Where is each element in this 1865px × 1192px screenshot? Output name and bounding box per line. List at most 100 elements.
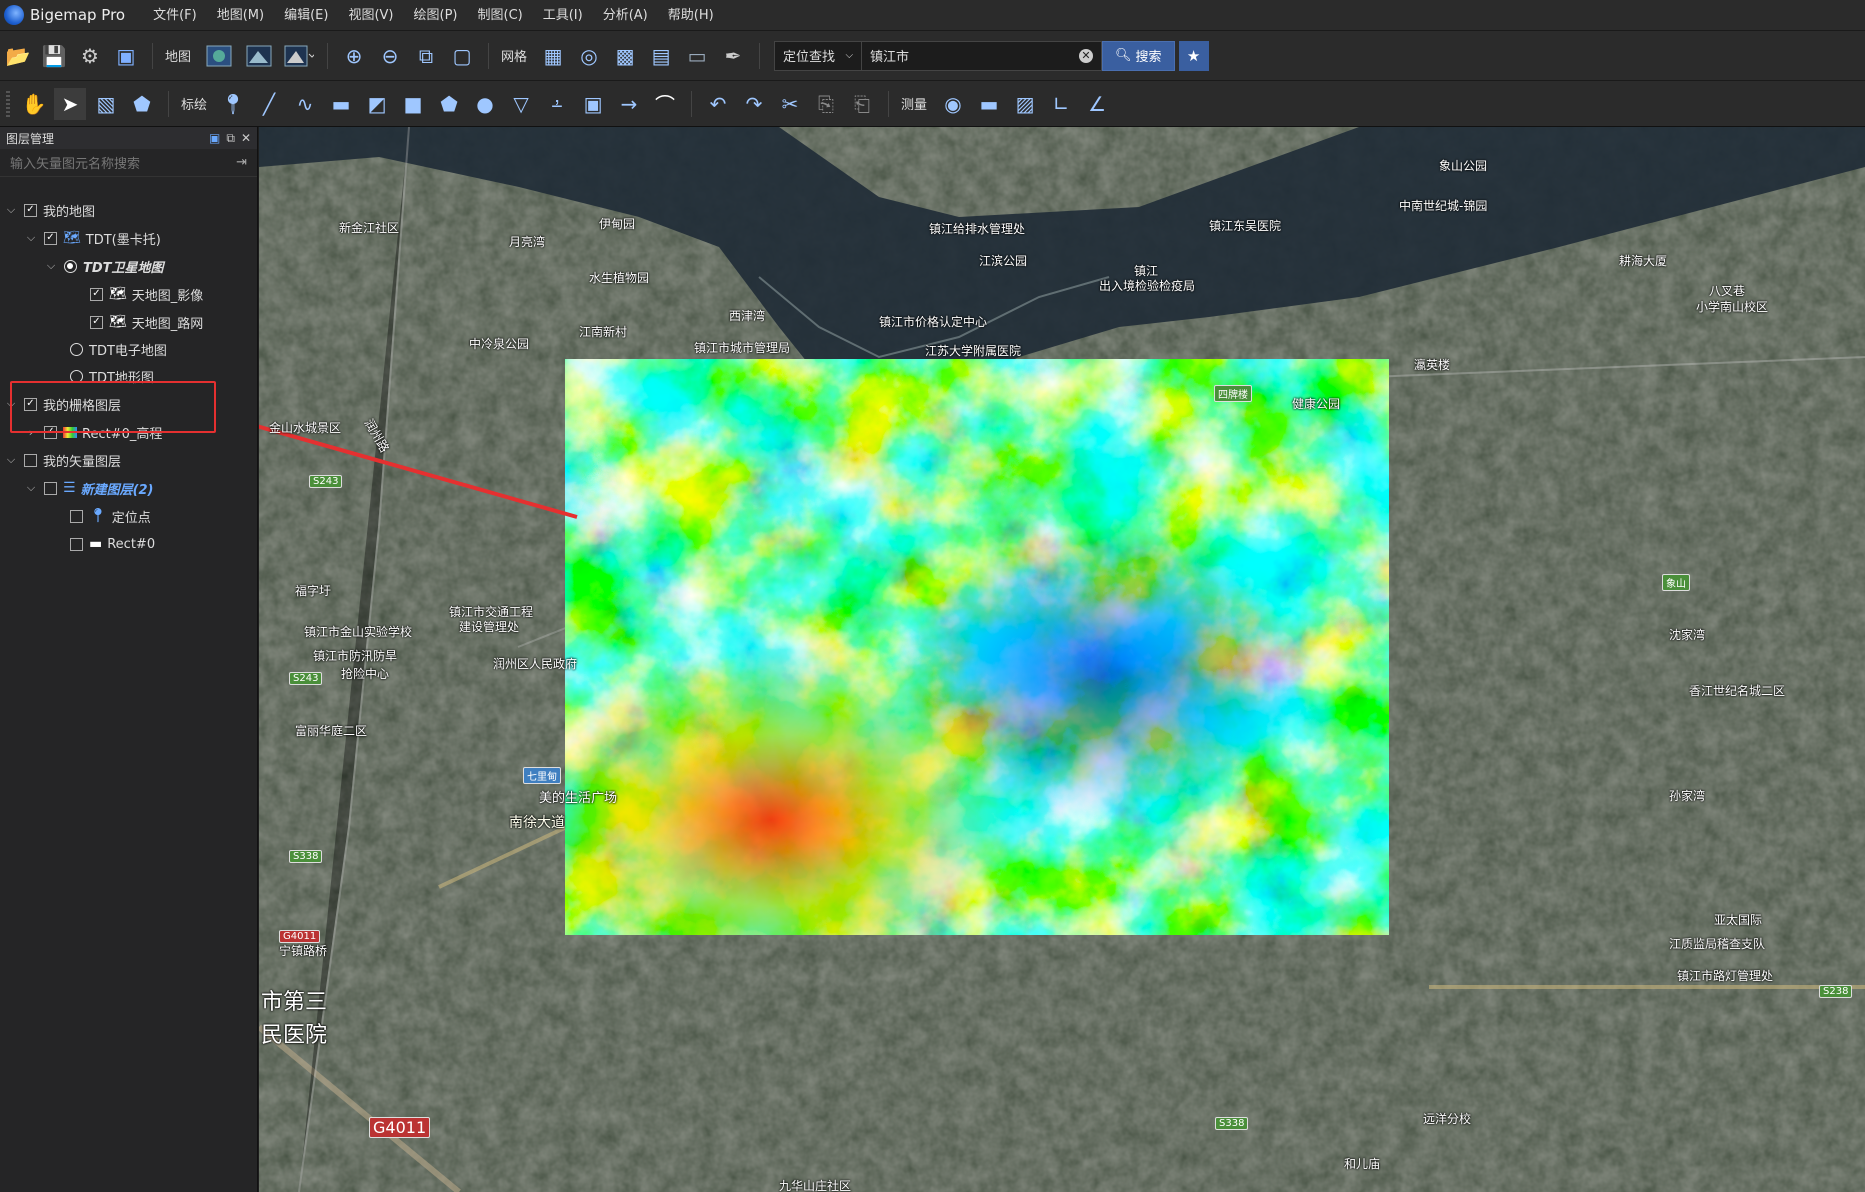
toolbar-grip[interactable] [6, 90, 10, 117]
layer-checkbox[interactable]: ✓ [90, 315, 103, 329]
search-button[interactable]: 🔍︎ 搜索 [1102, 40, 1175, 71]
sector-icon[interactable]: ▽ [505, 88, 537, 120]
menu-edit[interactable]: 编辑(E) [274, 0, 338, 31]
folder-grid-icon[interactable]: ▭ [681, 40, 713, 72]
save-icon[interactable]: 💾 [38, 40, 70, 72]
clear-grid-icon[interactable]: ✒ [717, 40, 749, 72]
layer-checkbox[interactable] [24, 453, 37, 467]
pentagon-icon[interactable]: ⬟ [433, 88, 465, 120]
freehand-line-icon[interactable]: ∿ [289, 88, 321, 120]
panel-close-icon[interactable]: ✕ [241, 131, 251, 146]
undo-icon[interactable]: ↶ [702, 88, 734, 120]
sheet-grid-icon[interactable]: ▤ [645, 40, 677, 72]
map-label: 镇江市防汛防旱 [313, 649, 398, 663]
tree-item-placemark[interactable]: 📍︎ 定位点 [64, 503, 151, 529]
tree-item-tdt-electronic[interactable]: TDT电子地图 [64, 336, 167, 362]
placemark-icon[interactable]: 📍︎ [217, 88, 249, 120]
rectangle-icon[interactable]: ▬ [325, 88, 357, 120]
layer-checkbox[interactable]: ✓ [90, 287, 103, 301]
polygon-select-icon[interactable]: ⬟ [126, 88, 158, 120]
zoom-in-icon[interactable]: ⊕ [338, 40, 370, 72]
curve-icon[interactable]: ⌒ [649, 88, 681, 120]
line-icon[interactable]: ╱ [253, 88, 285, 120]
open-folder-icon[interactable]: 📂 [2, 40, 34, 72]
measure-point-icon[interactable]: ◉ [937, 88, 969, 120]
zoom-extent-icon[interactable]: ⧉ [410, 40, 442, 72]
tree-item-rect0[interactable]: ▬ Rect#0 [64, 531, 155, 557]
measure-angle-icon[interactable]: ∠ [1081, 88, 1113, 120]
eraser-icon[interactable]: ◩ [361, 88, 393, 120]
menu-map[interactable]: 地图(M) [207, 0, 274, 31]
placemark-pin-icon: 📍︎ [89, 508, 107, 524]
menu-draw[interactable]: 绘图(P) [404, 0, 468, 31]
locate-type-select[interactable]: 定位查找 ⌵ [774, 40, 863, 71]
utm-grid-icon[interactable]: ◎ [573, 40, 605, 72]
map-source-hybrid-icon[interactable] [241, 40, 277, 72]
layer-checkbox[interactable] [70, 509, 83, 523]
paste-icon[interactable]: ⎗ [846, 88, 878, 120]
tree-item-tdt-satellite[interactable]: ⌵ TDT卫星地图 [44, 253, 164, 279]
km-grid-icon[interactable]: ▩ [609, 40, 641, 72]
measure-distance-icon[interactable]: ▬ [973, 88, 1005, 120]
tree-item-tdt-roads[interactable]: ✓ 🗺︎ 天地图_路网 [84, 309, 203, 335]
arrow-right-icon[interactable]: → [613, 88, 645, 120]
map-label: 润州区人民政府 [493, 657, 578, 671]
copy-icon[interactable]: ⎘ [810, 88, 842, 120]
menu-view[interactable]: 视图(V) [338, 0, 403, 31]
road-shield: 七里甸 [523, 767, 561, 784]
menu-cartography[interactable]: 制图(C) [468, 0, 533, 31]
measure-height-icon[interactable]: ∟ [1045, 88, 1077, 120]
layer-radio-selected[interactable] [64, 259, 77, 273]
expand-arrow-icon[interactable]: ⌵ [44, 259, 58, 273]
tree-item-tdt-imagery[interactable]: ✓ 🗺︎ 天地图_影像 [84, 281, 203, 307]
box-select-icon[interactable]: ▧ [90, 88, 122, 120]
expand-arrow-icon[interactable]: ⌵ [4, 203, 18, 217]
map-label: 伊甸园 [599, 217, 636, 231]
tree-item-new-layer[interactable]: ⌵ ☰ 新建图层(2) [24, 475, 154, 501]
expand-arrow-icon[interactable]: ⌵ [24, 231, 38, 245]
tree-item-my-vector-layers[interactable]: ⌵ 我的矢量图层 [4, 447, 121, 473]
tree-item-tdt-mercator[interactable]: ⌵ ✓ 🗺︎ TDT(墨卡托) [24, 225, 161, 251]
clear-icon[interactable]: ✕ [1079, 48, 1094, 63]
text-underline-icon[interactable]: ⨩ [541, 88, 573, 120]
favorite-star-icon[interactable]: ★ [1178, 40, 1209, 71]
layer-search-input[interactable]: 输入矢量图元名称搜索 ⇥ [0, 149, 257, 177]
map-label: 出入境检验检疫局 [1099, 279, 1196, 293]
full-extent-icon[interactable]: ▢ [446, 40, 478, 72]
layer-radio[interactable] [70, 342, 83, 356]
map-source-dropdown-icon[interactable] [281, 40, 317, 72]
collapse-panel-icon[interactable]: ⇥ [236, 155, 247, 170]
menu-help[interactable]: 帮助(H) [658, 0, 724, 31]
map-view[interactable]: 新金江社区 伊甸园 月亮湾 水生植物园 镇江东吴医院 镇江给排水管理处 江滨公园… [259, 127, 1865, 1192]
square-icon[interactable]: ■ [397, 88, 429, 120]
pan-hand-icon[interactable]: ✋ [18, 88, 50, 120]
map-source-satellite-icon[interactable] [201, 40, 237, 72]
measure-area-icon[interactable]: ▨ [1009, 88, 1041, 120]
panel-search-icon[interactable]: ▣ [209, 131, 220, 146]
expand-arrow-icon[interactable]: ⌵ [4, 453, 18, 467]
label-frame-icon[interactable]: ▣ [577, 88, 609, 120]
location-search-input[interactable]: 镇江市 ✕ [862, 40, 1103, 71]
select-arrow-icon[interactable]: ➤ [54, 87, 86, 120]
panel-float-icon[interactable]: ⧉ [226, 131, 235, 146]
layer-checkbox[interactable] [70, 537, 83, 551]
tree-item-my-maps[interactable]: ⌵ ✓ 我的地图 [4, 197, 95, 223]
screenshot-icon[interactable]: ▣ [110, 40, 142, 72]
menu-tools[interactable]: 工具(I) [533, 0, 593, 31]
settings-gear-icon[interactable]: ⚙ [74, 40, 106, 72]
menu-analysis[interactable]: 分析(A) [593, 0, 658, 31]
road-shield: S243 [309, 475, 343, 488]
menu-file[interactable]: 文件(F) [143, 0, 207, 31]
redo-icon[interactable]: ↷ [738, 88, 770, 120]
expand-arrow-icon[interactable]: ⌵ [24, 481, 38, 495]
grid-icon[interactable]: ▦ [537, 40, 569, 72]
layer-checkbox[interactable]: ✓ [44, 231, 57, 245]
map-label: 金山水城景区 [269, 421, 342, 435]
circle-icon[interactable]: ● [469, 88, 501, 120]
map-label: 耕海大厦 [1619, 254, 1668, 268]
zoom-out-icon[interactable]: ⊖ [374, 40, 406, 72]
cut-icon[interactable]: ✂ [774, 88, 806, 120]
layer-checkbox[interactable]: ✓ [24, 203, 37, 217]
layer-checkbox[interactable] [44, 481, 57, 495]
map-label: 市第三 [261, 990, 328, 1015]
